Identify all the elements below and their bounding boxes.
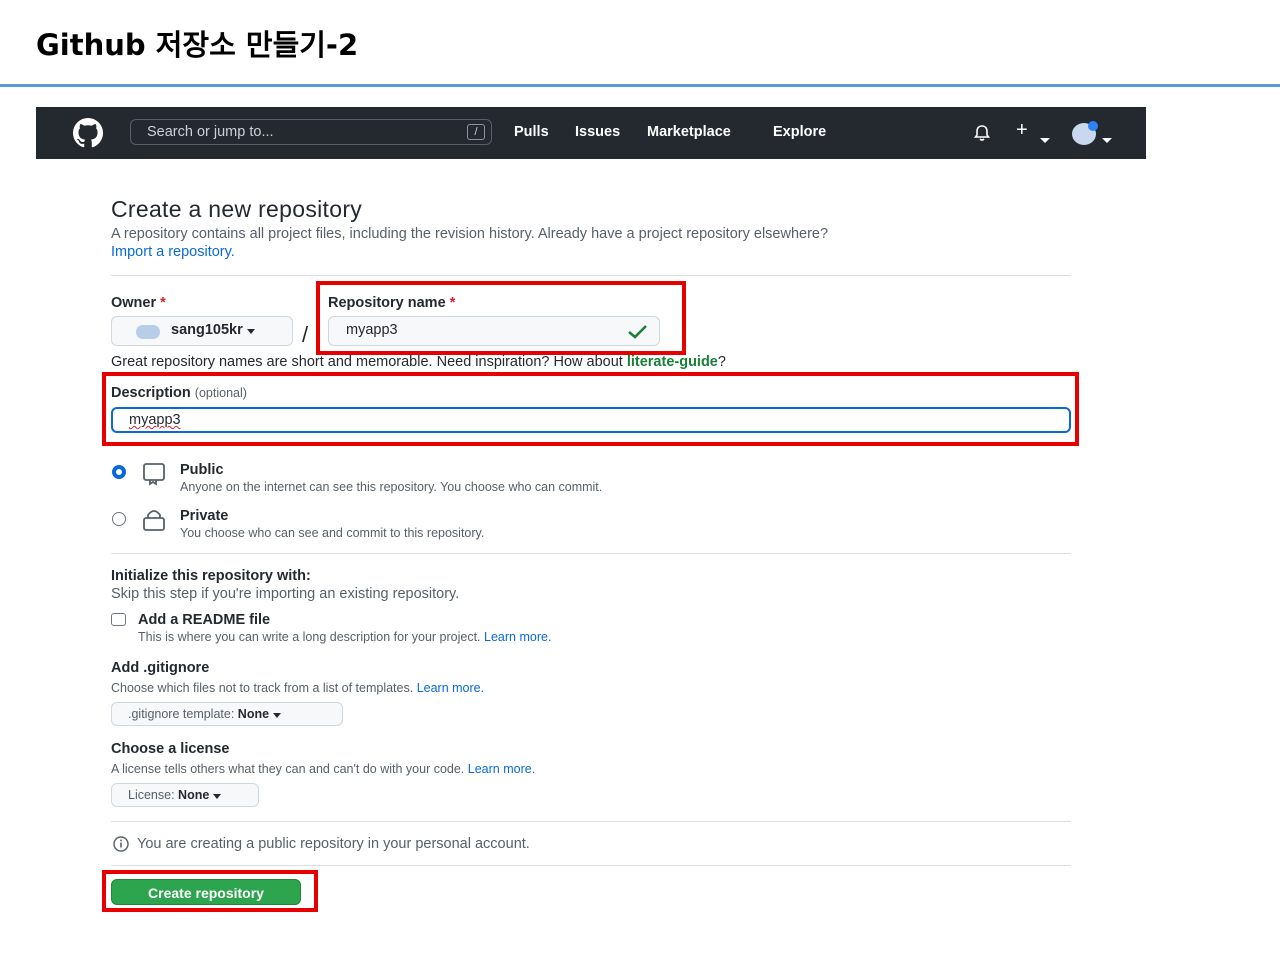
license-learn-more-link[interactable]: Learn more. [468, 762, 535, 776]
owner-label: Owner * [111, 295, 166, 311]
license-desc: A license tells others what they can and… [111, 762, 536, 776]
highlight-create-button [102, 870, 318, 912]
private-desc: You choose who can see and commit to thi… [180, 526, 485, 540]
owner-select[interactable]: sang105kr [111, 316, 293, 346]
lock-icon [142, 508, 166, 537]
search-input[interactable]: Search or jump to... / [130, 119, 492, 145]
gitignore-learn-more-link[interactable]: Learn more. [417, 681, 484, 695]
page-title: Create a new repository [111, 196, 363, 222]
page-subtitle: A repository contains all project files,… [111, 226, 829, 242]
public-desc: Anyone on the internet can see this repo… [180, 480, 603, 494]
chevron-down-icon [246, 329, 255, 334]
nav-issues[interactable]: Issues [575, 124, 620, 140]
plus-dropdown-caret-icon[interactable] [1040, 131, 1050, 149]
slide-title: Github 저장소 만들기-2 [36, 28, 359, 62]
import-repository-link[interactable]: Import a repository. [111, 244, 235, 260]
github-header: Search or jump to... / Pulls Issues Mark… [36, 107, 1146, 159]
chevron-down-icon [272, 713, 281, 718]
readme-learn-more-link[interactable]: Learn more. [484, 630, 551, 644]
divider [111, 275, 1071, 276]
github-logo-icon[interactable] [66, 118, 110, 153]
create-new-plus-icon[interactable]: + [1016, 119, 1028, 142]
info-icon [111, 836, 131, 857]
repo-book-icon [142, 462, 166, 491]
chevron-down-icon [212, 794, 221, 799]
public-title: Public [180, 462, 224, 478]
owner-repo-separator: / [302, 322, 309, 347]
public-radio[interactable] [112, 465, 126, 479]
license-select[interactable]: License: None [111, 783, 259, 807]
nav-marketplace[interactable]: Marketplace [647, 124, 731, 140]
init-subtitle: Skip this step if you're importing an ex… [111, 586, 460, 602]
owner-value: sang105kr [171, 322, 255, 338]
private-radio[interactable] [112, 512, 126, 526]
divider [111, 865, 1071, 866]
public-notice: You are creating a public repository in … [137, 836, 530, 852]
name-hint: Great repository names are short and mem… [111, 354, 726, 370]
gitignore-select[interactable]: .gitignore template: None [111, 702, 343, 726]
divider [111, 553, 1071, 554]
search-placeholder: Search or jump to... [147, 124, 274, 140]
gitignore-desc: Choose which files not to track from a l… [111, 681, 485, 695]
search-shortcut-key: / [467, 124, 485, 140]
avatar-status-dot [1088, 121, 1098, 131]
highlight-description [102, 372, 1079, 446]
highlight-repo-name [316, 281, 686, 355]
divider [111, 821, 1071, 822]
nav-explore[interactable]: Explore [773, 124, 826, 140]
readme-checkbox[interactable] [111, 613, 126, 626]
init-title: Initialize this repository with: [111, 568, 311, 584]
readme-desc: This is where you can write a long descr… [138, 630, 552, 644]
private-title: Private [180, 508, 229, 524]
gitignore-title: Add .gitignore [111, 660, 210, 676]
avatar-dropdown-caret-icon[interactable] [1102, 131, 1112, 149]
license-title: Choose a license [111, 741, 230, 757]
owner-avatar [136, 325, 160, 339]
title-divider [0, 84, 1280, 87]
nav-pulls[interactable]: Pulls [514, 124, 549, 140]
suggestion-link[interactable]: literate-guide [627, 354, 718, 370]
notification-bell-icon[interactable] [972, 123, 992, 148]
readme-label[interactable]: Add a README file [138, 612, 270, 628]
